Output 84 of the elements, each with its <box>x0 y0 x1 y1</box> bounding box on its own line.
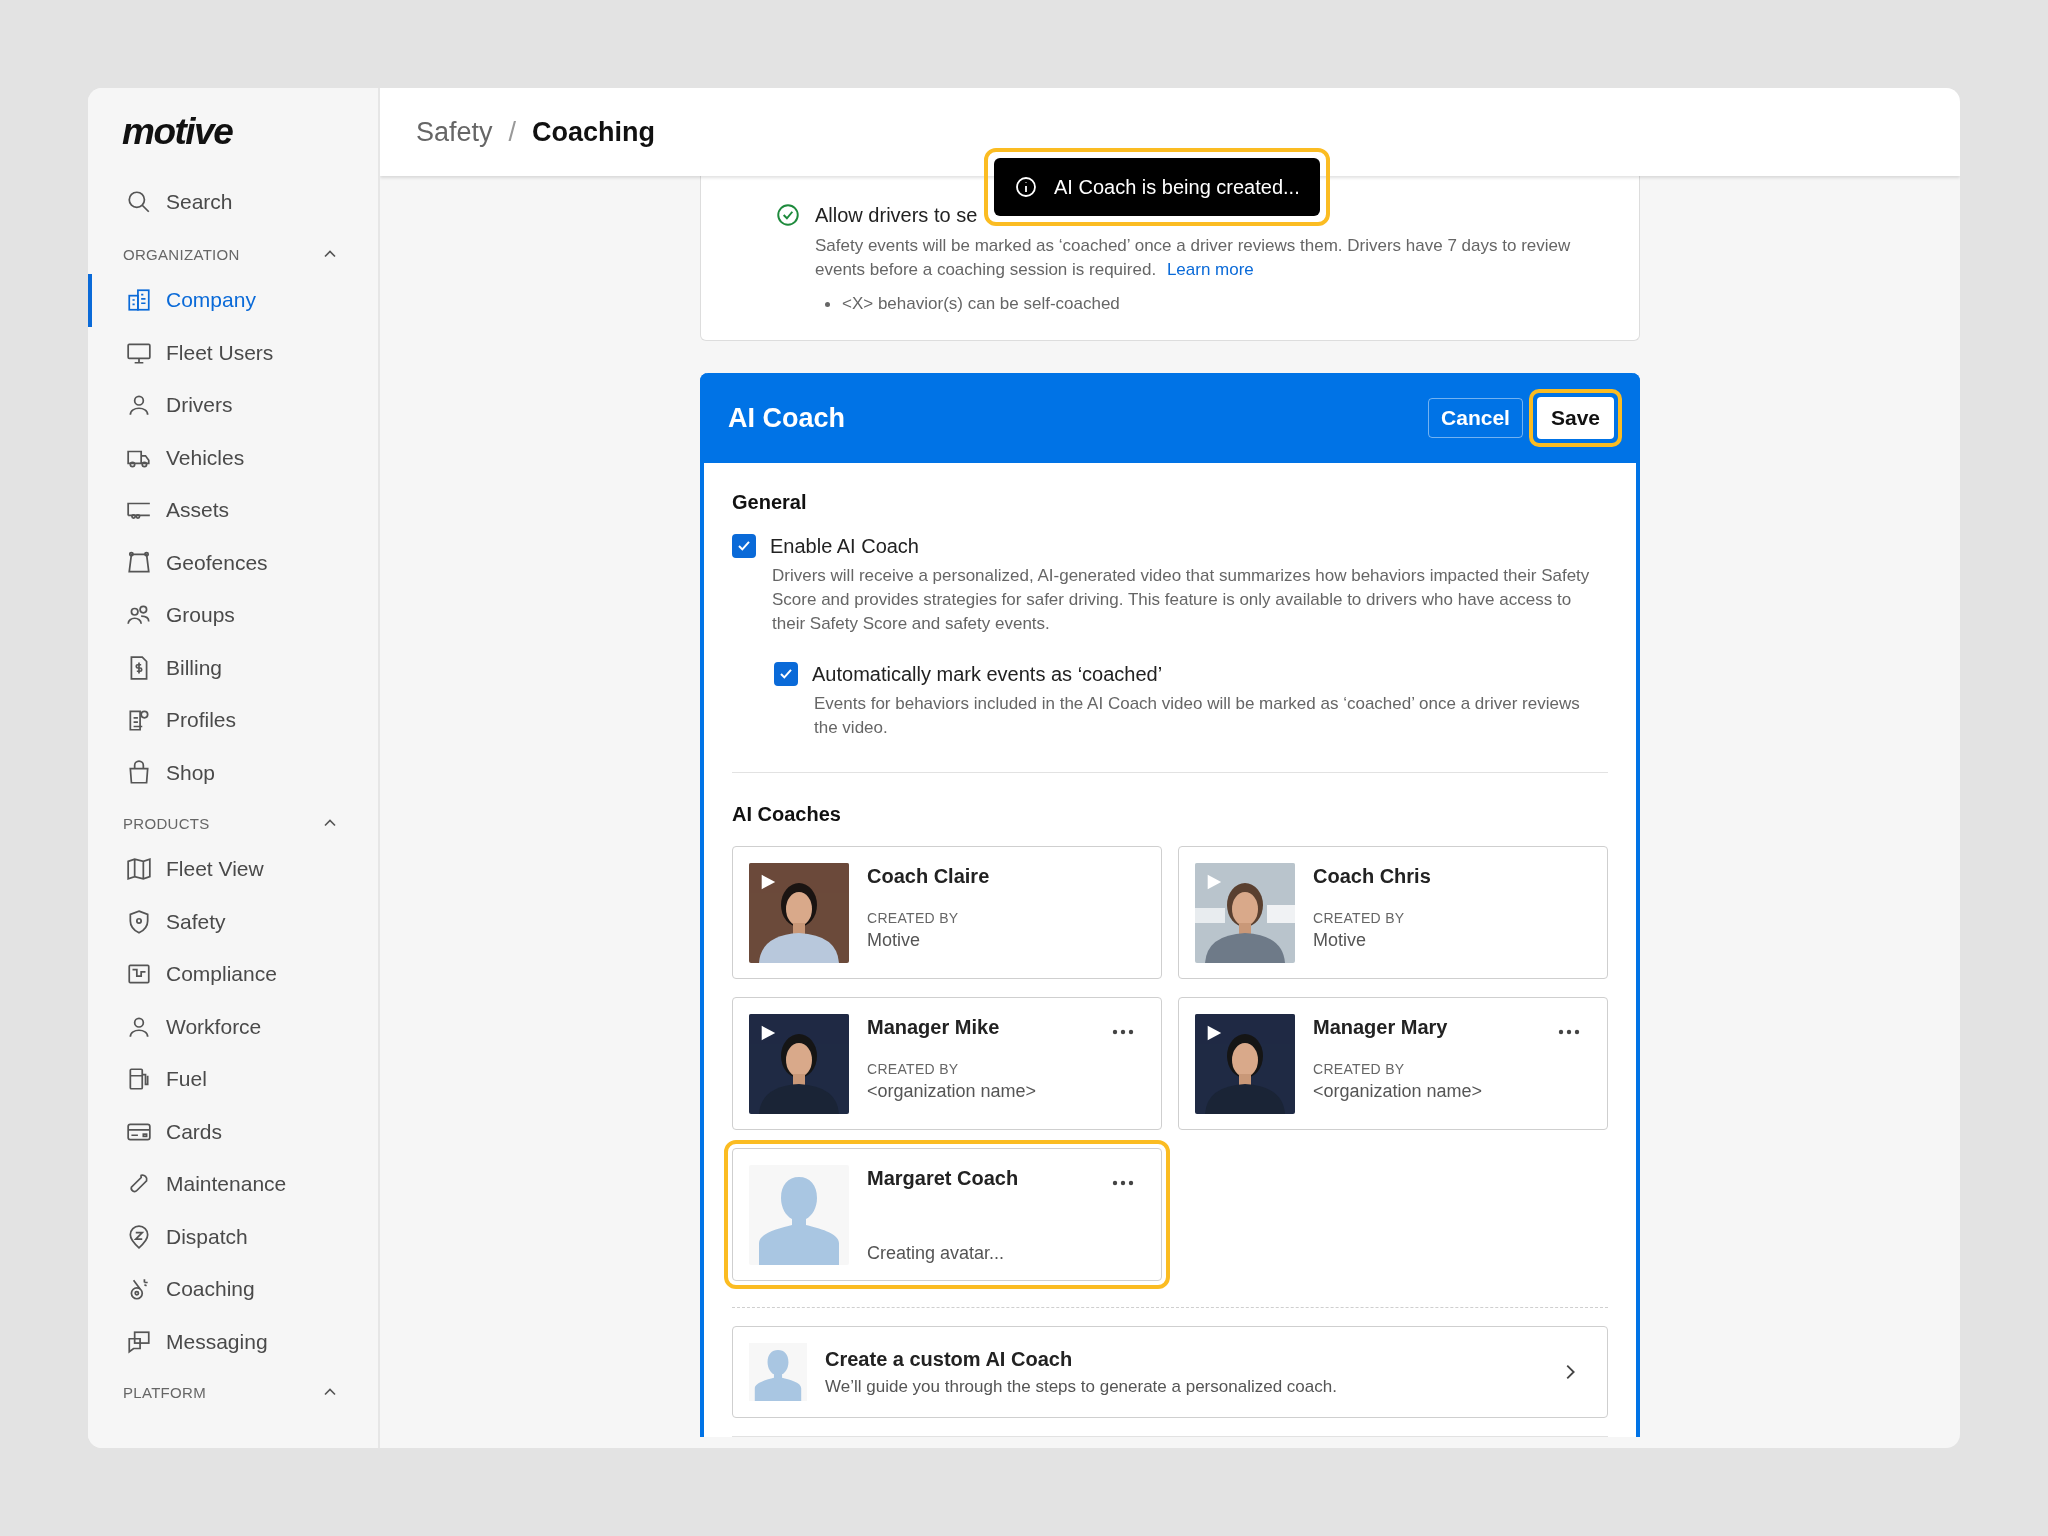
logo: motive <box>121 110 234 154</box>
coach-name: Coach Chris <box>1313 865 1431 888</box>
nav-icon <box>126 1328 152 1355</box>
breadcrumb-link[interactable]: Safety <box>416 116 493 148</box>
nav-icon <box>126 856 152 883</box>
create-coach-title: Create a custom AI Coach <box>825 1347 1074 1371</box>
coach-card[interactable]: Coach Claire CREATED BY Motive <box>732 846 1162 979</box>
coach-card[interactable]: Manager Mike CREATED BY <organization name> <box>732 997 1162 1130</box>
option-description: Safety events will be marked as ‘coached’ once a driver reviews them. Drivers have 7 days to review events before a coaching session is required. Learn more <box>815 235 1572 281</box>
nav-icon <box>126 549 152 576</box>
creator-name: <organization name> <box>1313 1081 1483 1102</box>
more-icon[interactable] <box>1111 1179 1135 1187</box>
sidebar-item[interactable]: Company <box>88 274 378 327</box>
nav-icon <box>126 287 152 314</box>
created-by-label: CREATED BY <box>1313 910 1405 926</box>
sidebar-item[interactable]: Coaching <box>88 1263 378 1316</box>
sidebar-item[interactable]: Cards <box>88 1105 378 1158</box>
search-button[interactable]: Search <box>88 174 378 230</box>
sidebar-item[interactable]: Groups <box>88 589 378 642</box>
coach-card[interactable]: Manager Mary CREATED BY <organization name> <box>1178 997 1608 1130</box>
coach-card[interactable]: Margaret Coach Creating avatar... <box>732 1148 1162 1281</box>
created-by-label: CREATED BY <box>867 1061 959 1077</box>
created-by-label: CREATED BY <box>867 910 959 926</box>
breadcrumb-separator: / <box>508 116 517 148</box>
bullet-icon <box>825 301 830 307</box>
coach-name: Manager Mary <box>1313 1016 1448 1039</box>
sidebar-item[interactable]: Vehicles <box>88 431 378 484</box>
toast-message: AI Coach is being created... <box>1054 175 1300 199</box>
section-heading: PRODUCTS <box>123 814 210 832</box>
sidebar-item[interactable]: Safety <box>88 895 378 948</box>
more-icon[interactable] <box>1557 1028 1581 1036</box>
checkbox[interactable] <box>774 662 798 686</box>
coach-name: Manager Mike <box>867 1016 1000 1039</box>
coach-name: Coach Claire <box>867 865 990 888</box>
option-description: Drivers will receive a personalized, AI-generated video that summarizes how behaviors impacted their Safety Score and provides strategies for safer driving. This feature is only available to drivers who have access to their Safety Score and safety events. <box>772 565 1591 635</box>
nav-icon <box>126 1066 152 1093</box>
sidebar-item[interactable]: Workforce <box>88 1000 378 1053</box>
sidebar-item[interactable]: Fleet View <box>88 843 378 896</box>
play-icon[interactable] <box>759 1024 777 1042</box>
creator-name: <organization name> <box>867 1081 1037 1102</box>
card-title: AI Coach <box>728 402 846 434</box>
section-heading: PLATFORM <box>123 1383 206 1401</box>
bullet-text: <X> behavior(s) can be self-coached <box>842 293 1120 315</box>
sidebar-item[interactable]: Drivers <box>88 379 378 432</box>
checkbox[interactable] <box>732 534 756 558</box>
nav-icon <box>126 908 152 935</box>
save-button[interactable]: Save <box>1536 397 1614 439</box>
sidebar-item[interactable]: Maintenance <box>88 1158 378 1211</box>
creator-name: Motive <box>867 930 920 951</box>
sidebar-item[interactable]: Shop <box>88 746 378 799</box>
sidebar-item[interactable]: Geofences <box>88 536 378 589</box>
coach-card[interactable]: Coach Chris CREATED BY Motive <box>1178 846 1608 979</box>
nav-icon <box>126 707 152 734</box>
create-coach-button[interactable]: Create a custom AI Coach We’ll guide you through the steps to generate a personalized coach. <box>732 1326 1608 1418</box>
section-heading: ORGANIZATION <box>123 245 240 263</box>
cancel-button[interactable]: Cancel <box>1428 398 1523 438</box>
play-icon[interactable] <box>759 873 777 891</box>
sidebar-item[interactable]: Fleet Users <box>88 326 378 379</box>
creator-name: Motive <box>1313 930 1366 951</box>
sidebar-item[interactable]: Messaging <box>88 1315 378 1368</box>
nav-icon <box>126 759 152 786</box>
sidebar-item[interactable]: Fuel <box>88 1053 378 1106</box>
info-icon <box>1014 175 1038 199</box>
created-by-label: CREATED BY <box>1313 1061 1405 1077</box>
sidebar-item[interactable]: Compliance <box>88 948 378 1001</box>
sidebar-item[interactable]: Billing <box>88 641 378 694</box>
create-coach-description: We’ll guide you through the steps to generate a personalized coach. <box>825 1376 1338 1397</box>
checkbox-label: Enable AI Coach <box>770 534 919 558</box>
play-icon[interactable] <box>1205 1024 1223 1042</box>
status-text: Creating avatar... <box>867 1243 1005 1264</box>
sidebar-item[interactable]: Profiles <box>88 694 378 747</box>
page-title: Coaching <box>532 116 656 148</box>
option-description: Events for behaviors included in the AI Coach video will be marked as ‘coached’ once a driver reviews the video. <box>814 693 1581 739</box>
search-icon <box>126 189 152 215</box>
checkbox-label: Automatically mark events as ‘coached’ <box>812 662 1163 686</box>
sidebar-item[interactable]: Assets <box>88 484 378 537</box>
section-heading: AI Coaches <box>732 803 842 826</box>
section-heading: General <box>732 491 808 514</box>
learn-more-link[interactable]: Learn more <box>1166 260 1254 279</box>
sidebar-item[interactable]: Dispatch <box>88 1210 378 1263</box>
more-icon[interactable] <box>1111 1028 1135 1036</box>
option-label: Allow drivers to se <box>815 203 978 227</box>
avatar-placeholder-icon <box>749 1343 807 1401</box>
coach-name: Margaret Coach <box>867 1167 1019 1190</box>
